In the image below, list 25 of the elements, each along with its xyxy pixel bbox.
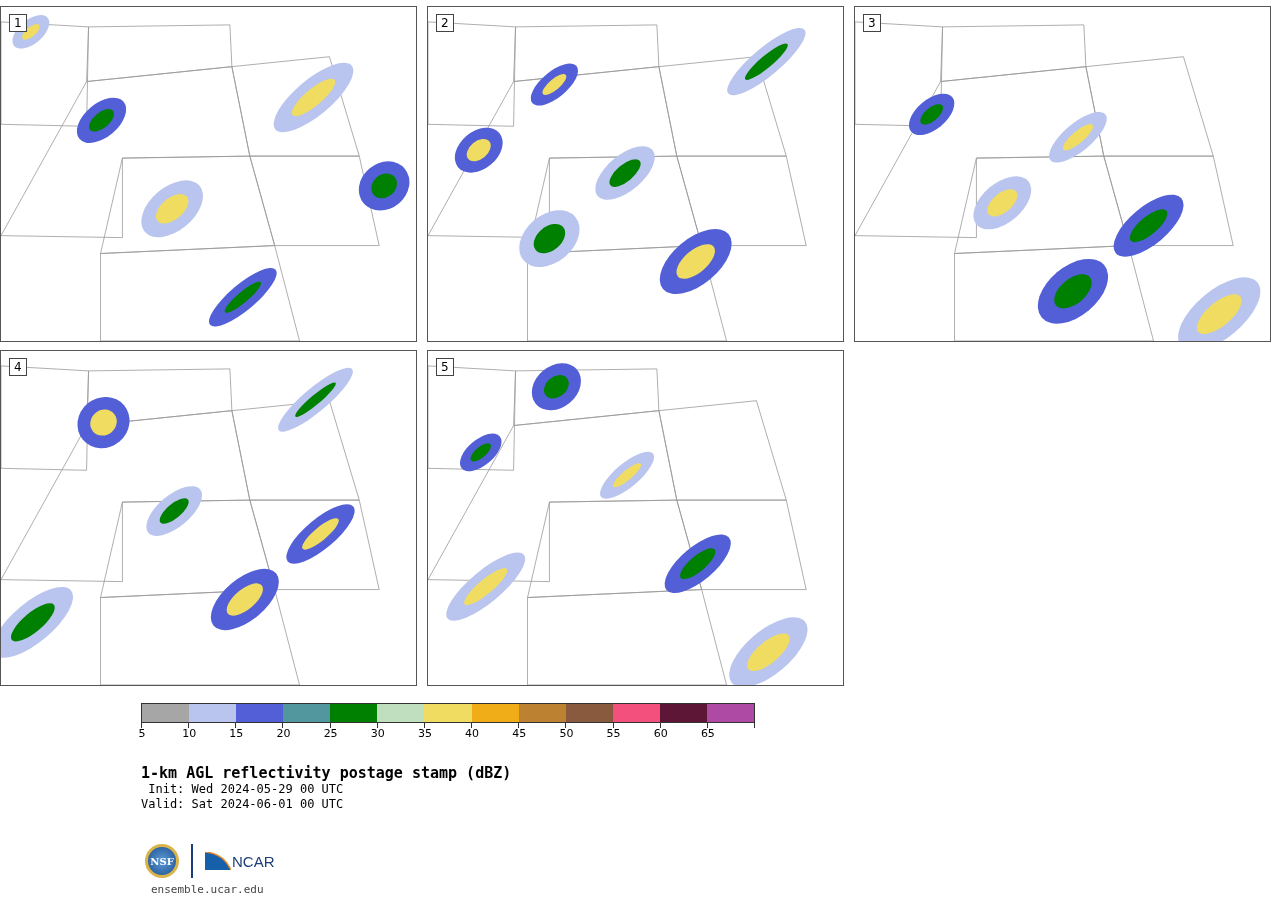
tick-label: 25 (323, 728, 338, 740)
swoosh-icon (205, 852, 231, 870)
tick-label: 35 (417, 728, 432, 740)
tick-label: 60 (653, 728, 668, 740)
tick-label: 45 (512, 728, 527, 740)
tick-label: 20 (276, 728, 291, 740)
panel-number: 1 (9, 14, 27, 32)
site-url: ensemble.ucar.edu (151, 882, 265, 898)
panel-number: 3 (863, 14, 881, 32)
tick-label: 40 (465, 728, 480, 740)
panel-number: 5 (436, 358, 454, 376)
tick-label: 15 (229, 728, 244, 740)
tick-label: 10 (182, 728, 197, 740)
panel-number: 2 (436, 14, 454, 32)
tick-label: 5 (138, 728, 146, 740)
chart-title: 1-km AGL reflectivity postage stamp (dBZ) (141, 765, 513, 782)
tick-label: 50 (559, 728, 574, 740)
tick-label: 30 (370, 728, 385, 740)
nsf-logo: NSF (145, 844, 179, 878)
valid-time: Valid: Sat 2024-06-01 00 UTC (141, 797, 345, 812)
panel-number: 4 (9, 358, 27, 376)
tick-label: 55 (606, 728, 621, 740)
tick-label: 65 (700, 728, 715, 740)
init-time: Init: Wed 2024-05-29 00 UTC (147, 782, 345, 797)
ncar-logo: NCAR (232, 854, 275, 870)
